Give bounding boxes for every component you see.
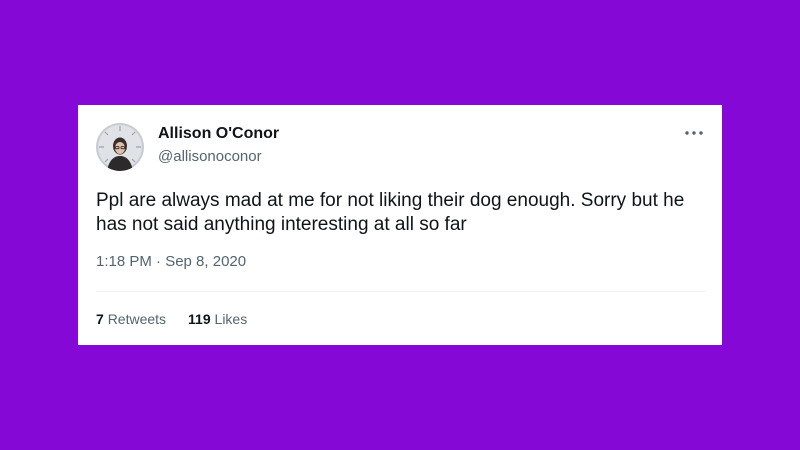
likes-stat[interactable]: 119 Likes (188, 311, 247, 327)
tweet-timestamp[interactable]: 1:18 PM · Sep 8, 2020 (96, 253, 246, 270)
likes-label: Likes (214, 311, 248, 327)
likes-count: 119 (188, 311, 211, 327)
retweets-label: Retweets (107, 311, 167, 327)
more-options-button[interactable] (680, 123, 708, 143)
more-icon (685, 131, 703, 135)
retweets-stat[interactable]: 7 Retweets (96, 311, 166, 327)
author-handle[interactable]: @allisonoconor (158, 148, 262, 165)
divider (96, 291, 706, 292)
retweets-count: 7 (96, 311, 104, 327)
avatar-image (96, 123, 144, 171)
tweet-card: Allison O'Conor @allisonoconor Ppl are a… (78, 105, 722, 345)
tweet-stats: 7 Retweets 119 Likes (96, 311, 247, 327)
tweet-text: Ppl are always mad at me for not liking … (96, 190, 685, 235)
author-display-name[interactable]: Allison O'Conor (158, 125, 279, 143)
avatar[interactable] (96, 123, 144, 171)
